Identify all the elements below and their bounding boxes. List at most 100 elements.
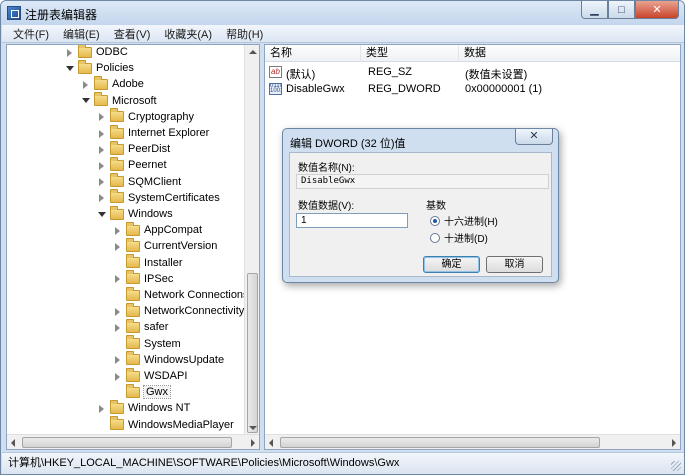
expand-arrow-icon[interactable] [113,274,122,284]
scroll-right-icon[interactable] [672,439,676,447]
tree-item-label: Internet Explorer [128,127,210,139]
tree-item[interactable]: Internet Explorer [97,124,210,141]
scroll-left-icon[interactable] [11,439,15,447]
close-button[interactable]: ✕ [635,1,679,19]
tree-item[interactable]: Gwx [113,383,171,400]
tree-item[interactable]: SQMClient [97,173,182,190]
column-data[interactable]: 数据 [459,45,680,62]
scroll-thumb[interactable] [247,273,258,433]
value-data-input[interactable]: 1 [296,213,408,228]
tree-item-label: AppCompat [144,224,203,237]
expand-arrow-icon[interactable] [97,145,106,154]
tree-item[interactable]: SystemCertificates [97,189,220,206]
tree-item[interactable]: System [113,335,181,352]
registry-tree[interactable]: ODBC Policies Adobe Microsoft Cryptography In… [6,44,260,450]
scroll-right-icon[interactable] [251,439,255,447]
resize-grip-icon[interactable] [671,461,681,471]
list-horizontal-scrollbar[interactable] [265,434,680,449]
value-name: DisableGwx [286,83,345,95]
expand-arrow-icon[interactable] [113,355,122,365]
menu-file[interactable]: 文件(F) [6,26,56,42]
scroll-thumb[interactable] [22,437,232,448]
expand-arrow-icon[interactable] [81,80,90,89]
tree-item[interactable]: CurrentVersion [113,237,218,254]
tree-item-label: Windows NT [128,402,191,415]
tree-item[interactable]: Microsoft [81,92,157,109]
dialog-body: 数值名称(N): DisableGwx 数值数据(V): 1 基数 十六进制(H… [289,152,552,277]
menu-favorites[interactable]: 收藏夹(A) [157,26,219,42]
tree-item-label: CurrentVersion [144,240,218,253]
window-title: 注册表编辑器 [25,8,98,22]
tree-item[interactable]: WindowsUpdate [113,351,224,368]
tree-vertical-scrollbar[interactable] [244,45,259,435]
value-row[interactable]: ab (默认) REG_SZ (数值未设置) [265,64,680,81]
tree-item[interactable]: Cryptography [97,108,194,125]
tree-item[interactable]: PeerDist [97,140,171,157]
folder-icon [78,45,92,58]
column-type[interactable]: 类型 [361,45,459,62]
tree-item-label: IPSec [144,272,174,285]
menu-view[interactable]: 查看(V) [107,26,158,42]
tree-item[interactable]: ODBC [65,45,128,60]
expand-arrow-icon[interactable] [97,177,106,187]
tree-item-label: PeerDist [128,143,171,156]
tree-item[interactable]: Network Connections [113,286,249,303]
scroll-down-icon[interactable] [249,426,257,430]
tree-item-label: Network Connections [144,289,249,301]
tree-item[interactable]: Installer [113,254,183,271]
tree-item-label: System [144,337,181,350]
scroll-up-icon[interactable] [249,50,257,54]
expand-arrow-icon [113,258,122,267]
value-row[interactable]: 01101001 DisableGwx REG_DWORD 0x00000001… [265,81,680,98]
tree-item[interactable]: WindowsMediaPlayer [97,416,234,433]
expand-arrow-icon[interactable] [65,48,74,57]
tree-item[interactable]: Windows [97,205,173,222]
expand-arrow-icon[interactable] [97,161,106,170]
value-type: REG_DWORD [368,83,441,95]
tree-item[interactable]: NetworkConnectivitySta [113,302,259,319]
expand-arrow-icon[interactable] [97,404,106,413]
menu-edit[interactable]: 编辑(E) [56,26,107,42]
folder-icon [110,156,124,171]
collapse-arrow-icon[interactable] [97,210,106,219]
expand-arrow-icon[interactable] [97,129,106,138]
tree-item[interactable]: Peernet [97,156,167,173]
tree-item-label: SQMClient [128,175,182,188]
expand-arrow-icon[interactable] [113,242,122,251]
cancel-button[interactable]: 取消 [486,256,543,273]
tree-horizontal-scrollbar[interactable] [7,434,259,449]
radio-decimal[interactable]: 十进制(D) [430,230,488,245]
menu-help[interactable]: 帮助(H) [219,26,270,42]
expand-arrow-icon[interactable] [97,193,106,203]
tree-item[interactable]: safer [113,318,168,335]
radio-button[interactable] [430,232,440,243]
expand-arrow-icon[interactable] [97,112,106,122]
collapse-arrow-icon[interactable] [65,64,74,73]
string-value-icon: ab [269,66,282,78]
maximize-button[interactable]: □ [608,1,635,19]
title-bar[interactable]: 注册表编辑器 ▁ □ ✕ [1,1,684,25]
expand-arrow-icon[interactable] [113,323,122,332]
expand-arrow-icon[interactable] [113,307,122,316]
collapse-arrow-icon[interactable] [81,96,90,105]
expand-arrow-icon[interactable] [113,226,122,235]
tree-item[interactable]: Adobe [81,75,144,92]
tree-item[interactable]: AppCompat [113,221,203,238]
minimize-button[interactable]: ▁ [581,1,608,19]
folder-icon [126,383,140,398]
dialog-close-button[interactable]: ✕ [515,129,553,145]
tree-item[interactable]: Windows NT [97,399,191,416]
status-path: 计算机\HKEY_LOCAL_MACHINE\SOFTWARE\Policies… [8,457,400,469]
folder-icon [78,59,92,74]
expand-arrow-icon[interactable] [113,372,122,381]
tree-item[interactable]: IPSec [113,270,174,287]
column-name[interactable]: 名称 [265,45,361,62]
tree-item[interactable]: Policies [65,59,134,76]
ok-button[interactable]: 确定 [423,256,480,273]
tree-item[interactable]: WSDAPI [113,367,187,384]
scroll-thumb[interactable] [280,437,600,448]
binary-value-icon: 01101001 [269,83,282,95]
radio-hex[interactable]: 十六进制(H) [430,213,498,228]
radio-button[interactable] [430,215,440,226]
scroll-left-icon[interactable] [269,439,273,447]
